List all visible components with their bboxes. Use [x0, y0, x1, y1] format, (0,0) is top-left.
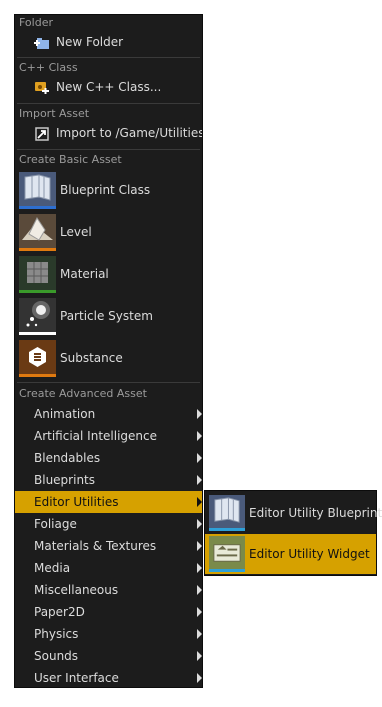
separator	[17, 103, 200, 104]
blueprint-icon	[19, 172, 56, 209]
section-import-asset: Import Asset	[19, 107, 90, 120]
section-create-basic-asset: Create Basic Asset	[19, 153, 122, 166]
new-folder-label: New Folder	[56, 35, 124, 49]
chevron-right-icon	[197, 453, 202, 463]
category-label: Editor Utilities	[34, 495, 119, 509]
category-media[interactable]: Media	[15, 557, 202, 579]
chevron-right-icon	[197, 607, 202, 617]
chevron-right-icon	[197, 431, 202, 441]
chevron-right-icon	[197, 563, 202, 573]
separator	[17, 382, 200, 383]
category-blendables[interactable]: Blendables	[15, 447, 202, 469]
category-label: Artificial Intelligence	[34, 429, 157, 443]
editor-utility-blueprint-item[interactable]: Editor Utility Blueprint	[205, 493, 382, 533]
particle-system-label: Particle System	[60, 309, 153, 323]
separator	[17, 149, 200, 150]
editor-utility-blueprint-label: Editor Utility Blueprint	[249, 506, 382, 520]
editor-utility-widget-label: Editor Utility Widget	[249, 547, 370, 561]
category-blueprints[interactable]: Blueprints	[15, 469, 202, 491]
new-folder-item[interactable]: New Folder	[15, 31, 202, 53]
category-label: Blendables	[34, 451, 101, 465]
category-editor-utilities[interactable]: Editor Utilities	[15, 491, 202, 513]
cpp-class-icon	[34, 80, 50, 94]
new-cpp-class-label: New C++ Class...	[56, 80, 162, 94]
category-user-interface[interactable]: User Interface	[15, 667, 202, 689]
category-label: User Interface	[34, 671, 119, 685]
level-icon	[19, 214, 56, 251]
category-materials-textures[interactable]: Materials & Textures	[15, 535, 202, 557]
category-label: Foliage	[34, 517, 77, 531]
substance-item[interactable]: Substance	[15, 338, 202, 378]
level-label: Level	[60, 225, 92, 239]
chevron-right-icon	[197, 651, 202, 661]
particle-system-item[interactable]: Particle System	[15, 296, 202, 336]
substance-label: Substance	[60, 351, 123, 365]
chevron-right-icon	[197, 409, 202, 419]
chevron-right-icon	[197, 519, 202, 529]
category-label: Sounds	[34, 649, 79, 663]
editor-utility-blueprint-icon	[209, 495, 245, 531]
category-miscellaneous[interactable]: Miscellaneous	[15, 579, 202, 601]
import-label: Import to /Game/Utilities...	[56, 126, 202, 140]
editor-utilities-submenu: Editor Utility Blueprint Editor Utility …	[204, 490, 382, 576]
chevron-right-icon	[197, 475, 202, 485]
material-icon	[19, 256, 56, 293]
material-label: Material	[60, 267, 109, 281]
material-item[interactable]: Material	[15, 254, 202, 294]
chevron-right-icon	[197, 497, 202, 507]
editor-utility-widget-item[interactable]: Editor Utility Widget	[205, 534, 376, 574]
blueprint-class-item[interactable]: Blueprint Class	[15, 170, 202, 210]
chevron-right-icon	[197, 673, 202, 683]
category-sounds[interactable]: Sounds	[15, 645, 202, 667]
category-artificial-intelligence[interactable]: Artificial Intelligence	[15, 425, 202, 447]
category-label: Paper2D	[34, 605, 85, 619]
substance-icon	[19, 340, 56, 377]
section-create-advanced-asset: Create Advanced Asset	[19, 387, 147, 400]
new-cpp-class-item[interactable]: New C++ Class...	[15, 76, 202, 98]
chevron-right-icon	[197, 541, 202, 551]
category-label: Media	[34, 561, 71, 575]
section-folder: Folder	[19, 16, 53, 29]
chevron-right-icon	[197, 629, 202, 639]
new-folder-icon	[34, 35, 50, 49]
blueprint-class-label: Blueprint Class	[60, 183, 151, 197]
category-label: Blueprints	[34, 473, 96, 487]
import-icon	[34, 126, 50, 141]
import-item[interactable]: Import to /Game/Utilities...	[15, 122, 202, 144]
category-foliage[interactable]: Foliage	[15, 513, 202, 535]
category-paper2d[interactable]: Paper2D	[15, 601, 202, 623]
level-item[interactable]: Level	[15, 212, 202, 252]
particle-system-icon	[19, 298, 56, 335]
section-cpp-class: C++ Class	[19, 61, 78, 74]
chevron-right-icon	[197, 585, 202, 595]
category-animation[interactable]: Animation	[15, 403, 202, 425]
separator	[17, 57, 200, 58]
editor-utility-widget-icon	[209, 536, 245, 572]
category-physics[interactable]: Physics	[15, 623, 202, 645]
category-label: Materials & Textures	[34, 539, 157, 553]
content-browser-add-menu: Folder New Folder C++ Class New C++ Clas…	[14, 14, 203, 688]
category-label: Miscellaneous	[34, 583, 119, 597]
category-label: Physics	[34, 627, 79, 641]
category-label: Animation	[34, 407, 96, 421]
